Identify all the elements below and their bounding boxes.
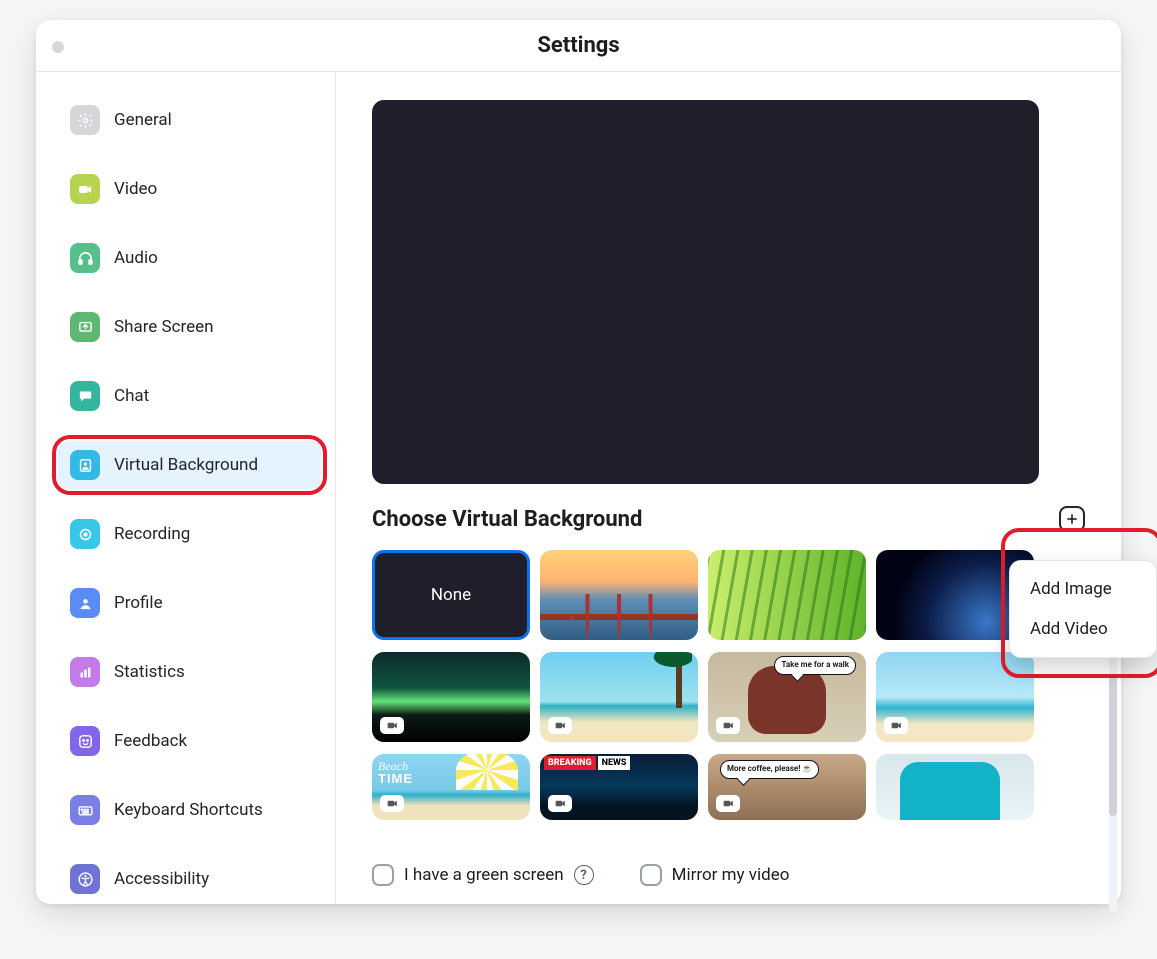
video-badge-icon xyxy=(380,717,404,734)
sidebar-item-label: Share Screen xyxy=(114,317,214,337)
sidebar-item-label: Virtual Background xyxy=(114,455,258,475)
titlebar: Settings xyxy=(36,20,1121,72)
sidebar-item-label: Recording xyxy=(114,524,190,544)
sidebar-item-label: Chat xyxy=(114,386,149,406)
section-header: Choose Virtual Background xyxy=(372,506,1085,532)
gear-icon xyxy=(70,105,100,135)
video-badge-icon xyxy=(716,795,740,812)
sidebar-item-label: Video xyxy=(114,179,157,199)
background-cat[interactable] xyxy=(876,754,1034,820)
sidebar-item-general[interactable]: General xyxy=(58,96,321,144)
background-coffee[interactable]: More coffee, please! ☕ xyxy=(708,754,866,820)
camera-preview xyxy=(372,100,1039,484)
sidebar-item-feedback[interactable]: Feedback xyxy=(58,717,321,765)
speech-bubble: Take me for a walk xyxy=(774,656,856,675)
headphone-icon xyxy=(70,243,100,273)
scrollbar[interactable] xyxy=(1109,652,1117,912)
background-island[interactable] xyxy=(876,652,1034,742)
sidebar-item-label: Feedback xyxy=(114,731,187,751)
breaking-news-label: BREAKINGNEWS xyxy=(544,758,630,768)
sidebar: General Video Audio Share Screen xyxy=(36,72,336,904)
sidebar-item-statistics[interactable]: Statistics xyxy=(58,648,321,696)
background-none[interactable]: None xyxy=(372,550,530,640)
video-badge-icon xyxy=(716,717,740,734)
sidebar-item-label: Profile xyxy=(114,593,163,613)
sidebar-item-audio[interactable]: Audio xyxy=(58,234,321,282)
settings-window: Settings General Video Audio xyxy=(36,20,1121,904)
sidebar-item-share-screen[interactable]: Share Screen xyxy=(58,303,321,351)
sidebar-item-virtual-background[interactable]: Virtual Background xyxy=(58,441,321,489)
camera-icon xyxy=(70,174,100,204)
beach-time-label: BeachTIME xyxy=(378,760,413,785)
background-grid: None Take me for a walk xyxy=(372,550,1085,844)
screen-icon xyxy=(70,312,100,342)
green-screen-checkbox[interactable]: I have a green screen ? xyxy=(372,864,594,886)
section-title: Choose Virtual Background xyxy=(372,507,642,532)
footer-options: I have a green screen ? Mirror my video xyxy=(372,864,1085,886)
person-icon xyxy=(70,588,100,618)
video-badge-icon xyxy=(548,717,572,734)
background-beach-time[interactable]: BeachTIME xyxy=(372,754,530,820)
portrait-icon xyxy=(70,450,100,480)
mirror-video-checkbox[interactable]: Mirror my video xyxy=(640,864,790,886)
video-badge-icon xyxy=(548,795,572,812)
help-icon[interactable]: ? xyxy=(574,865,594,885)
menu-add-video[interactable]: Add Video xyxy=(1014,609,1152,649)
record-icon xyxy=(70,519,100,549)
background-dog[interactable]: Take me for a walk xyxy=(708,652,866,742)
sidebar-item-label: Accessibility xyxy=(114,869,209,889)
main-panel: Choose Virtual Background None xyxy=(336,72,1121,904)
video-badge-icon xyxy=(884,717,908,734)
sidebar-item-label: Statistics xyxy=(114,662,185,682)
access-icon xyxy=(70,864,100,894)
sidebar-item-recording[interactable]: Recording xyxy=(58,510,321,558)
menu-add-image[interactable]: Add Image xyxy=(1014,569,1152,609)
background-news[interactable]: BREAKINGNEWS xyxy=(540,754,698,820)
sidebar-item-profile[interactable]: Profile xyxy=(58,579,321,627)
sidebar-item-chat[interactable]: Chat xyxy=(58,372,321,420)
sidebar-item-label: Audio xyxy=(114,248,158,268)
sidebar-item-label: Keyboard Shortcuts xyxy=(114,800,263,820)
stats-icon xyxy=(70,657,100,687)
close-dot-icon[interactable] xyxy=(52,41,64,53)
add-background-button[interactable] xyxy=(1059,506,1085,532)
background-aurora[interactable] xyxy=(372,652,530,742)
chat-icon xyxy=(70,381,100,411)
background-grass[interactable] xyxy=(708,550,866,640)
sidebar-item-accessibility[interactable]: Accessibility xyxy=(58,855,321,903)
sidebar-item-video[interactable]: Video xyxy=(58,165,321,213)
background-palm[interactable] xyxy=(540,652,698,742)
background-bridge[interactable] xyxy=(540,550,698,640)
add-background-dropdown: Add Image Add Video xyxy=(1009,560,1157,658)
content: General Video Audio Share Screen xyxy=(36,72,1121,904)
window-title: Settings xyxy=(537,33,619,58)
keyboard-icon xyxy=(70,795,100,825)
sidebar-item-label: General xyxy=(114,110,172,130)
video-badge-icon xyxy=(380,795,404,812)
smile-icon xyxy=(70,726,100,756)
sidebar-item-keyboard-shortcuts[interactable]: Keyboard Shortcuts xyxy=(58,786,321,834)
speech-bubble: More coffee, please! ☕ xyxy=(720,760,819,779)
